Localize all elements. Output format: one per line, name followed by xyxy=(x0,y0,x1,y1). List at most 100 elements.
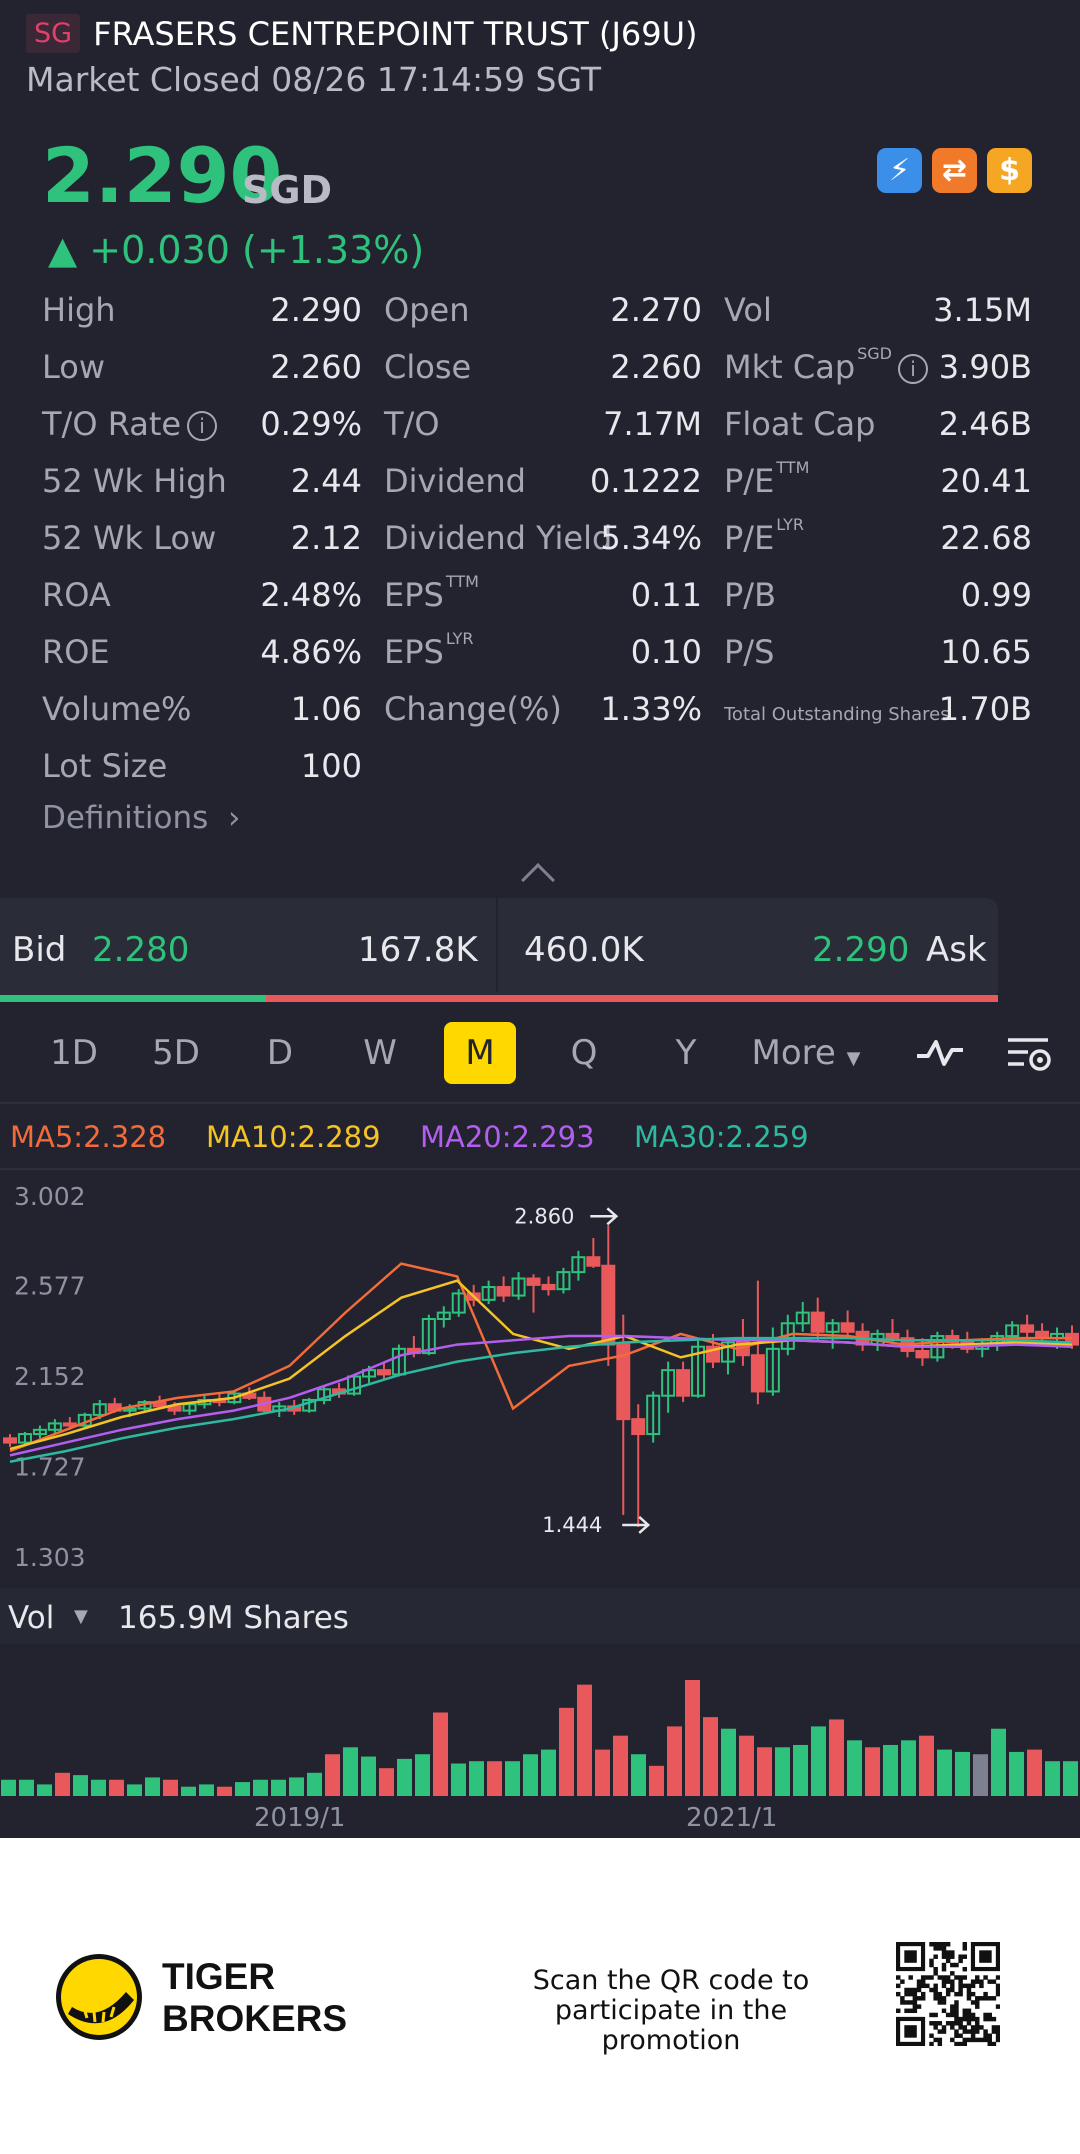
stat-label-superscript: TTM xyxy=(776,458,810,477)
stat-value: 10.65 xyxy=(940,633,1032,671)
volume-bar xyxy=(703,1717,718,1796)
more-dropdown[interactable]: More ▼ xyxy=(736,1022,876,1084)
stat-value: 2.12 xyxy=(290,519,362,557)
info-icon[interactable]: i xyxy=(187,411,218,441)
stat-value: 1.70B xyxy=(938,690,1032,728)
ma-label-1: MA10:2.289 xyxy=(206,1120,381,1154)
indicator-icon[interactable] xyxy=(908,1022,972,1084)
promo-footer: TIGER BROKERS Scan the QR code to partic… xyxy=(0,1838,1080,2154)
volume-bar xyxy=(217,1786,232,1796)
candle-body xyxy=(676,1369,691,1397)
lightning-1-icon[interactable]: ⚡ xyxy=(877,148,922,193)
high-marker-label: 2.860 xyxy=(514,1204,574,1228)
info-icon[interactable]: i xyxy=(898,354,928,384)
volume-bar xyxy=(937,1749,952,1796)
stat-value: 0.29% xyxy=(260,405,362,443)
chart-settings-icon[interactable] xyxy=(996,1022,1060,1084)
tab-d[interactable]: D xyxy=(244,1022,316,1084)
ma-label-2: MA20:2.293 xyxy=(420,1120,595,1154)
stat-value: 1.33% xyxy=(600,690,702,728)
volume-bar xyxy=(901,1740,916,1796)
volume-bar xyxy=(559,1707,574,1796)
volume-bar xyxy=(649,1765,664,1796)
candle-body xyxy=(496,1286,511,1297)
volume-bar xyxy=(1063,1761,1078,1796)
stat-label: Close xyxy=(384,342,471,399)
stat-label-text: Volume% xyxy=(42,690,192,728)
volume-bar xyxy=(91,1779,106,1796)
quote-screen: SG FRASERS CENTREPOINT TRUST (J69U) Mark… xyxy=(0,0,1080,1838)
stat-label-text: Dividend Yield xyxy=(384,519,613,557)
qr-code[interactable] xyxy=(896,1942,1000,2046)
tab-1d[interactable]: 1D xyxy=(38,1022,110,1084)
volume-bar xyxy=(55,1772,70,1796)
volume-bar xyxy=(451,1763,466,1796)
y-tick-label: 2.152 xyxy=(14,1362,86,1391)
tab-q[interactable]: Q xyxy=(548,1022,620,1084)
volume-bar xyxy=(361,1756,376,1796)
bid-price: 2.280 xyxy=(92,930,190,970)
stat-label-superscript: SGD xyxy=(857,344,892,363)
volume-bar xyxy=(613,1735,628,1796)
stock-header: SG FRASERS CENTREPOINT TRUST (J69U) xyxy=(26,14,1060,53)
stats-row: ROA 2.48% EPS TTM 0.11 P/B 0.99 xyxy=(42,570,1032,627)
stat-value: 2.46B xyxy=(938,405,1032,443)
volume-bar xyxy=(865,1747,880,1796)
stats-row: T/O Rate i 0.29% T/O 7.17M Float Cap 2.46B xyxy=(42,399,1032,456)
stat-label[interactable]: T/O Rate i xyxy=(42,399,218,456)
stat-label[interactable]: Mkt Cap SGD i xyxy=(724,342,928,399)
stat-label: ROA xyxy=(42,570,111,627)
volume-label: Vol xyxy=(8,1600,55,1636)
tab-5d[interactable]: 5D xyxy=(140,1022,212,1084)
definitions-label: Definitions xyxy=(42,800,209,836)
tiger-logo-icon xyxy=(56,1954,142,2040)
candle-body xyxy=(586,1256,601,1267)
stat-label-text: Low xyxy=(42,348,106,386)
stats-grid: High 2.290 Open 2.270 Vol 3.15M Low 2.260 Close 2… xyxy=(42,285,1032,798)
stat-label-text: 52 Wk Low xyxy=(42,519,217,557)
candle-body xyxy=(915,1349,930,1359)
region-badge: SG xyxy=(26,14,81,53)
stat-label-text: Dividend xyxy=(384,462,526,500)
stat-label-text: P/S xyxy=(724,633,775,671)
stats-row: High 2.290 Open 2.270 Vol 3.15M xyxy=(42,285,1032,342)
volume-bar xyxy=(163,1779,178,1796)
stat-label-text: Close xyxy=(384,348,472,386)
tab-w[interactable]: W xyxy=(344,1022,416,1084)
stat-value: 4.86% xyxy=(260,633,362,671)
collapse-chevron-icon[interactable] xyxy=(521,863,555,897)
volume-bar xyxy=(505,1761,520,1796)
tab-m[interactable]: M xyxy=(444,1022,516,1084)
bid-ratio-bar xyxy=(0,995,266,1002)
divider xyxy=(0,1102,1080,1104)
swap-icon[interactable]: ⇄ xyxy=(932,148,977,193)
stat-label-text: T/O xyxy=(384,405,440,443)
volume-bar xyxy=(577,1684,592,1796)
tab-y[interactable]: Y xyxy=(650,1022,722,1084)
stat-value: 2.270 xyxy=(610,291,702,329)
volume-header[interactable]: Vol ▼ 165.9M Shares xyxy=(0,1588,1080,1644)
stat-label-text: P/E xyxy=(724,462,775,500)
ask-label: Ask xyxy=(926,930,987,970)
feature-badges: ⚡ ⇄ $ xyxy=(877,148,1032,193)
volume-bar xyxy=(253,1779,268,1796)
bid-ask-panel: Bid 2.280 167.8K 460.0K 2.290 Ask xyxy=(0,898,998,1000)
stat-label: Vol xyxy=(724,285,772,342)
candlestick-chart[interactable]: 3.002 2.577 2.152 1.727 1.303 2.860 1.444 xyxy=(0,1172,1080,1582)
volume-bar xyxy=(973,1754,988,1796)
bid-label: Bid xyxy=(12,930,67,970)
stat-label: T/O xyxy=(384,399,440,456)
definitions-link[interactable]: Definitions › xyxy=(42,800,240,836)
stat-value: 1.06 xyxy=(290,690,362,728)
volume-chart[interactable]: 2019/1 2021/1 xyxy=(0,1650,1080,1838)
stat-value: 2.48% xyxy=(260,576,362,614)
period-tabs: More ▼ 1D 5D D W M Q Y xyxy=(0,1022,1080,1084)
stat-label: Low xyxy=(42,342,105,399)
promo-text: Scan the QR code to participate in the p… xyxy=(532,1965,810,2056)
candle-body xyxy=(631,1418,646,1436)
stats-row: 52 Wk Low 2.12 Dividend Yield 5.34% P/E LYR 22… xyxy=(42,513,1032,570)
dollar-icon[interactable]: $ xyxy=(987,148,1032,193)
stat-value: 0.1222 xyxy=(590,462,702,500)
volume-bar xyxy=(829,1719,844,1796)
caret-down-icon: ▼ xyxy=(74,1606,88,1627)
